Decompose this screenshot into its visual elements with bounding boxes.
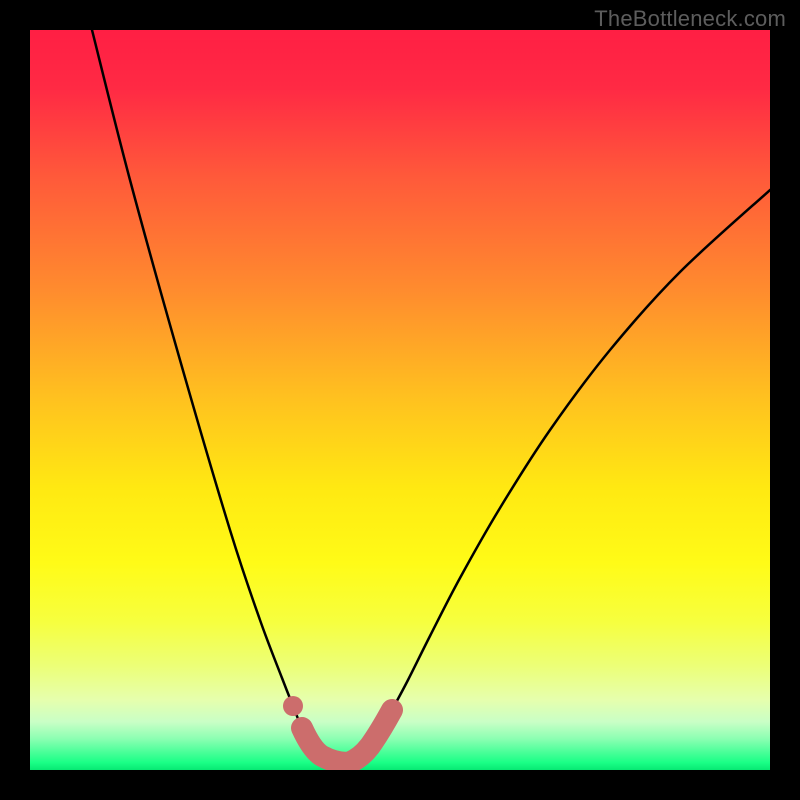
bottleneck-curve <box>30 30 770 770</box>
plot-frame <box>30 30 770 770</box>
watermark-text: TheBottleneck.com <box>594 6 786 32</box>
